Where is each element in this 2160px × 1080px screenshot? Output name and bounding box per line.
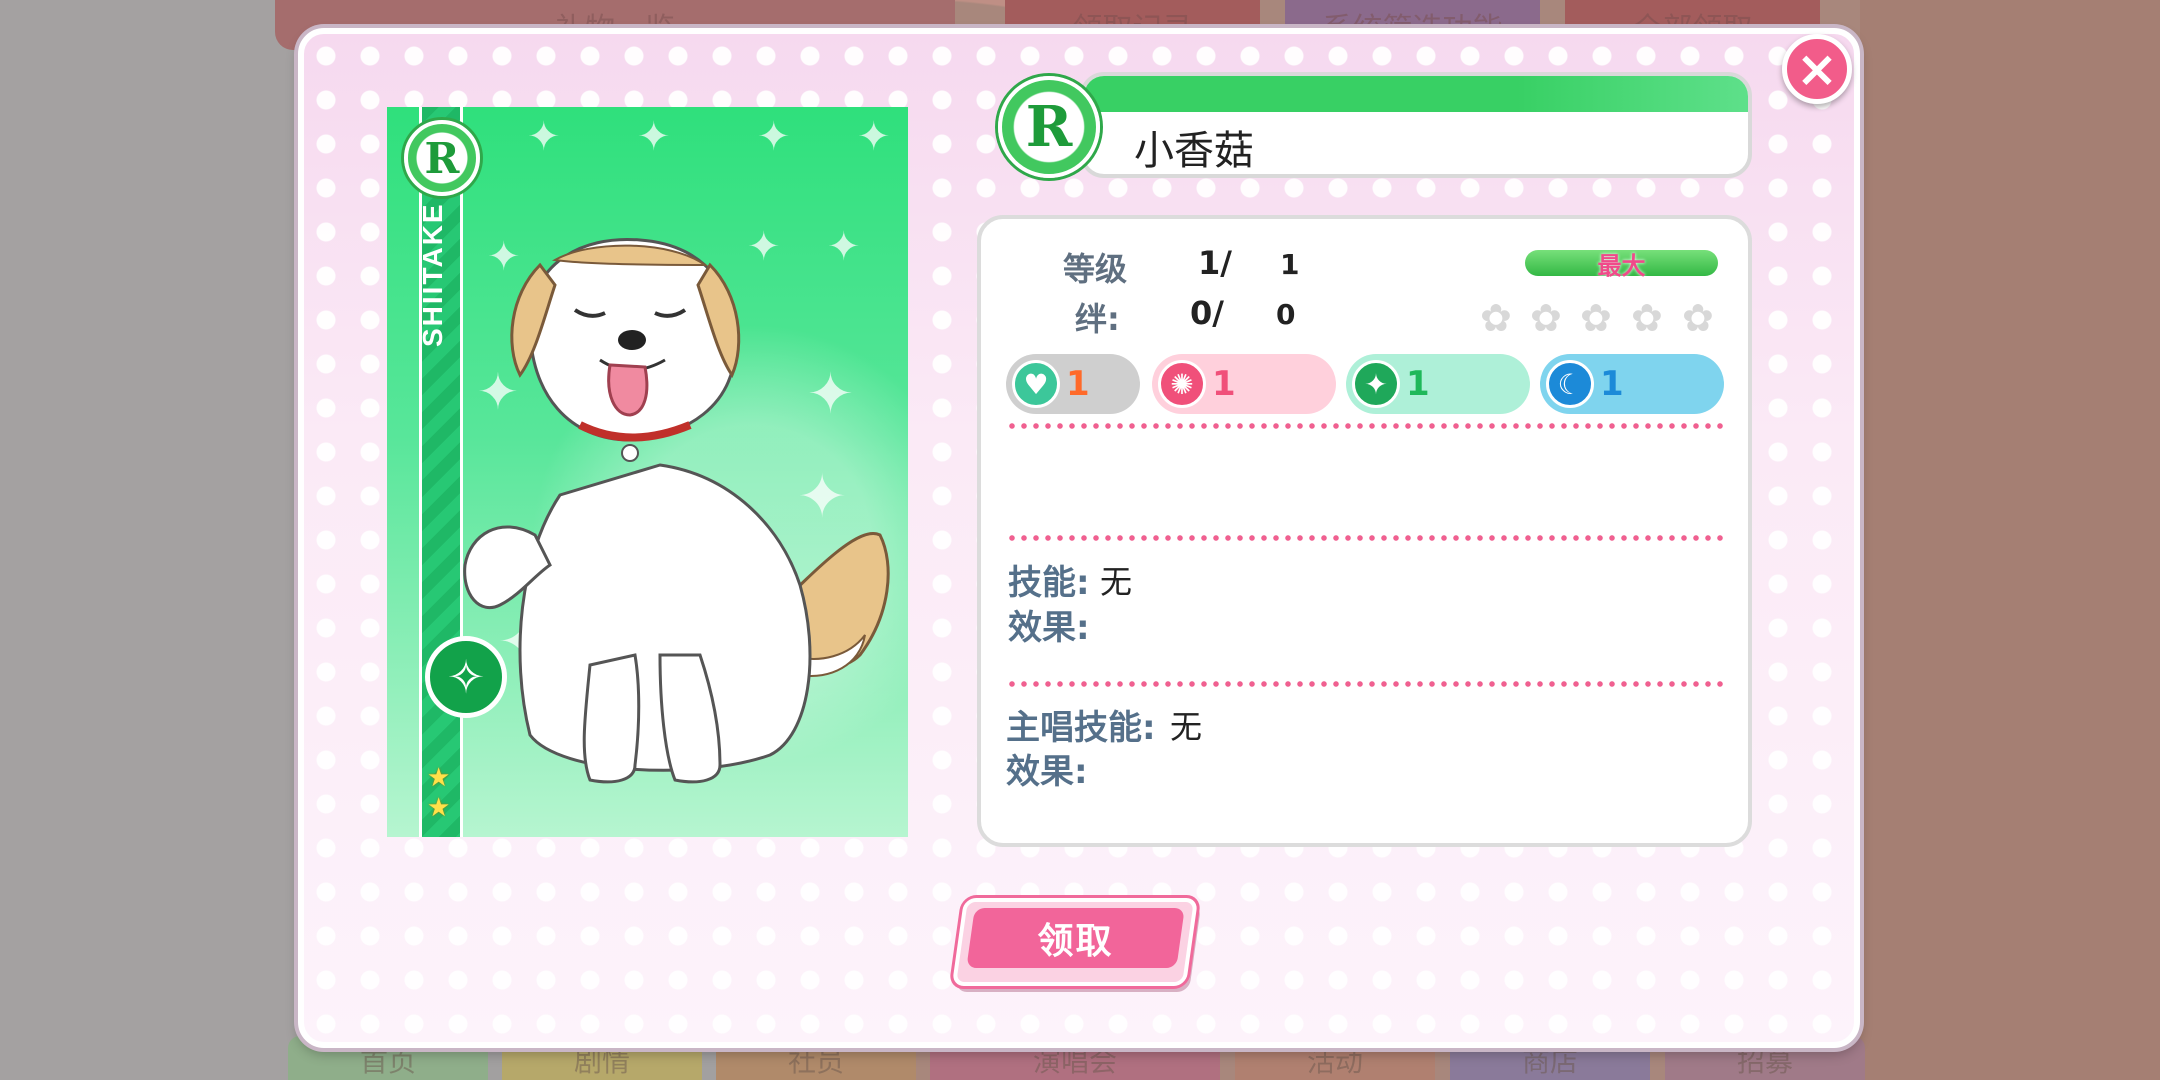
name-header: 小香菇 [1080, 72, 1752, 178]
skill-value: 无 [1100, 563, 1133, 601]
background-right [1860, 0, 2160, 1080]
sparkle-icon: ✦ [757, 114, 791, 160]
name-header-bar [1084, 76, 1748, 112]
sparkle-icon: ✦ [857, 114, 891, 160]
bond-petal-icon: ✿ [1480, 296, 1512, 340]
skill-label: 技能: [1008, 563, 1090, 603]
level-label: 等级 [1063, 250, 1128, 288]
close-button[interactable]: × [1782, 34, 1852, 104]
level-current: 1/ [1198, 244, 1232, 282]
sparkle-icon: ✦ [527, 114, 561, 160]
card-attribute-badge: ✧ [425, 636, 507, 718]
bond-current: 0/ [1190, 294, 1224, 332]
smile-icon: ✺ [1158, 360, 1206, 408]
stat-smile: ✺ 1 [1152, 354, 1336, 414]
heart-icon: ♥ [1012, 360, 1060, 408]
member-name: 小香菇 [1134, 128, 1254, 174]
divider [1006, 681, 1724, 687]
stat-heart: ♥ 1 [1006, 354, 1140, 414]
bond-max: 0 [1276, 298, 1296, 331]
center-skill-value: 无 [1170, 708, 1203, 746]
pure-icon: ✦ [1352, 360, 1400, 408]
star-icon: ★ [427, 793, 451, 823]
bond-petal-icon: ✿ [1682, 296, 1714, 340]
claim-button-label: 领取 [1037, 921, 1114, 962]
bond-label: 绊: [1075, 300, 1120, 338]
dog-illustration [463, 237, 890, 784]
cool-icon: ☾ [1546, 360, 1594, 408]
level-max: 1 [1280, 248, 1300, 281]
header-rarity-badge: R [998, 76, 1100, 178]
stat-cool: ☾ 1 [1540, 354, 1724, 414]
sparkle-diamond-icon: ✧ [446, 650, 486, 704]
background-left [0, 0, 300, 1080]
center-skill-effect-label: 效果: [1006, 752, 1088, 792]
skill-effect-label: 效果: [1008, 608, 1090, 648]
card-rarity-badge: R [404, 120, 480, 196]
sparkle-icon: ✦ [637, 114, 671, 160]
level-max-bar: 最大 [1525, 250, 1718, 280]
bond-petal-icon: ✿ [1530, 296, 1562, 340]
divider [1006, 423, 1724, 429]
claim-button[interactable]: 领取 [951, 898, 1199, 986]
close-icon: × [1796, 40, 1838, 98]
center-skill-label: 主唱技能: [1006, 708, 1156, 748]
stat-pure: ✦ 1 [1346, 354, 1530, 414]
divider [1006, 535, 1724, 541]
bond-petal-icon: ✿ [1631, 296, 1663, 340]
bond-petal-icon: ✿ [1580, 296, 1612, 340]
